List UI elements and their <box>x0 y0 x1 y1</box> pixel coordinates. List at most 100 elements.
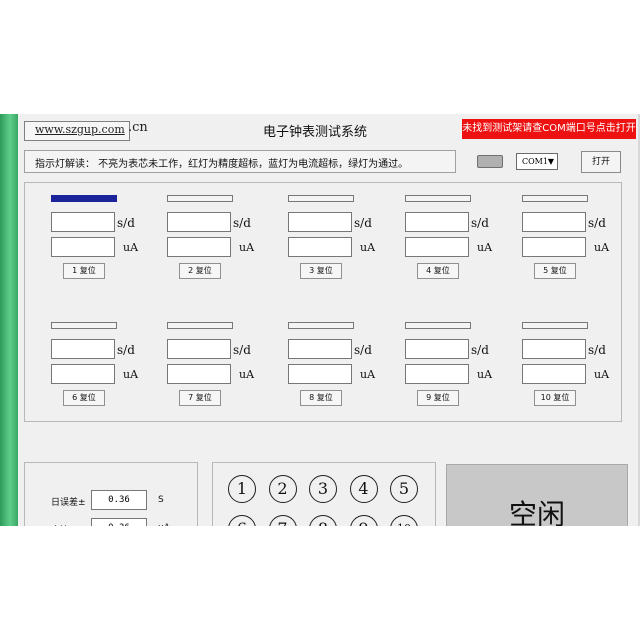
daily-rate-field[interactable] <box>405 212 469 232</box>
test-station-2: s/d uA 2 复位 <box>167 183 287 298</box>
website-link[interactable]: www.szgup.com <box>35 123 125 136</box>
test-station-5: s/d uA 5 复位 <box>522 183 640 298</box>
indicator-legend-box: 指示灯解读： 不亮为表芯未工作，红灯为精度超标，蓝灯为电流超标，绿灯为通过。 <box>24 150 456 173</box>
reset-button[interactable]: 8 复位 <box>300 390 342 406</box>
number-button-9[interactable]: 9 <box>349 515 378 526</box>
test-station-10: s/d uA 10 复位 <box>522 310 640 425</box>
daily-rate-field[interactable] <box>51 212 115 232</box>
number-button-2[interactable]: 2 <box>268 475 297 503</box>
reset-button[interactable]: 1 复位 <box>63 263 105 279</box>
reset-button[interactable]: 5 复位 <box>534 263 576 279</box>
open-port-button[interactable]: 打开 <box>581 151 621 173</box>
app-window: www.szgup.com .cn 电子钟表测试系统 未找到测试架请查COM端口… <box>0 114 640 526</box>
daily-error-label: 日误差± <box>51 498 86 508</box>
current-field[interactable] <box>522 237 586 257</box>
number-button-3[interactable]: 3 <box>309 475 337 503</box>
status-lamp <box>288 195 354 202</box>
left-accent-bar <box>0 114 18 526</box>
current-unit-label: uA <box>360 368 376 381</box>
daily-rate-field[interactable] <box>167 212 231 232</box>
current-unit-label: uA <box>594 241 610 254</box>
website-logo-box[interactable]: www.szgup.com <box>24 121 130 141</box>
state-display: 空闲 <box>446 464 628 526</box>
daily-error-input[interactable]: 0.36 <box>91 490 147 510</box>
current-field[interactable] <box>167 364 231 384</box>
test-station-7: s/d uA 7 复位 <box>167 310 287 425</box>
test-station-4: s/d uA 4 复位 <box>405 183 525 298</box>
daily-error-unit: S <box>158 495 164 505</box>
reset-button[interactable]: 4 复位 <box>417 263 459 279</box>
status-lamp <box>288 322 354 329</box>
rate-unit-label: s/d <box>471 216 489 230</box>
com-port-value: COM1 <box>522 157 548 166</box>
number-button-1[interactable]: 1 <box>228 475 256 503</box>
rate-unit-label: s/d <box>354 343 372 357</box>
rate-unit-label: s/d <box>233 216 251 230</box>
current-unit-label: uA <box>123 241 139 254</box>
test-station-panel: s/d uA 1 复位 s/d uA 2 复位 s/d uA 3 复位 s/d uA 4 复位 s/d u… <box>24 182 622 422</box>
rate-unit-label: s/d <box>588 216 606 230</box>
current-unit-label: uA <box>360 241 376 254</box>
status-lamp <box>522 322 588 329</box>
status-lamp <box>405 195 471 202</box>
rate-unit-label: s/d <box>233 343 251 357</box>
website-link-suffix: .cn <box>128 120 148 135</box>
status-lamp <box>522 195 588 202</box>
number-button-7[interactable]: 7 <box>268 515 297 526</box>
reset-button[interactable]: 7 复位 <box>179 390 221 406</box>
number-button-6[interactable]: 6 <box>228 515 256 526</box>
daily-rate-field[interactable] <box>288 339 352 359</box>
daily-rate-field[interactable] <box>522 212 586 232</box>
test-station-9: s/d uA 9 复位 <box>405 310 525 425</box>
status-lamp <box>405 322 471 329</box>
current-unit-label: uA <box>123 368 139 381</box>
current-unit-label: uA <box>477 368 493 381</box>
test-station-3: s/d uA 3 复位 <box>288 183 408 298</box>
chevron-down-icon: ▼ <box>547 157 554 166</box>
reset-button[interactable]: 3 复位 <box>300 263 342 279</box>
test-station-6: s/d uA 6 复位 <box>51 310 171 425</box>
connection-warning-banner: 未找到测试架请查COM端口号点击打开 <box>462 119 636 139</box>
daily-rate-field[interactable] <box>51 339 115 359</box>
daily-rate-field[interactable] <box>167 339 231 359</box>
daily-rate-field[interactable] <box>405 339 469 359</box>
rate-unit-label: s/d <box>117 343 135 357</box>
current-field[interactable] <box>167 237 231 257</box>
reset-button[interactable]: 2 复位 <box>179 263 221 279</box>
status-lamp <box>51 195 117 202</box>
app-title: 电子钟表测试系统 <box>262 125 367 140</box>
indicator-legend: 指示灯解读： 不亮为表芯未工作，红灯为精度超标，蓝灯为电流超标，绿灯为通过。 <box>35 159 409 170</box>
number-button-8[interactable]: 8 <box>309 515 337 526</box>
current-unit-label: uA <box>477 241 493 254</box>
current-unit-label: uA <box>239 241 255 254</box>
rate-unit-label: s/d <box>471 343 489 357</box>
reset-button[interactable]: 9 复位 <box>417 390 459 406</box>
reset-button[interactable]: 10 复位 <box>534 390 576 406</box>
current-field[interactable] <box>51 364 115 384</box>
connection-status-led <box>477 155 503 168</box>
current-field[interactable] <box>51 237 115 257</box>
current-unit-label: uA <box>594 368 610 381</box>
current-field[interactable] <box>405 237 469 257</box>
number-button-5[interactable]: 5 <box>390 475 418 503</box>
number-button-4[interactable]: 4 <box>349 475 378 503</box>
reset-button[interactable]: 6 复位 <box>63 390 105 406</box>
current-unit-label: uA <box>239 368 255 381</box>
test-station-1: s/d uA 1 复位 <box>51 183 171 298</box>
number-button-10[interactable]: 10 <box>390 515 418 526</box>
status-lamp <box>51 322 117 329</box>
current-limit-input[interactable]: 0.36 <box>91 518 147 526</box>
state-text: 空闲 <box>508 498 565 526</box>
current-field[interactable] <box>288 237 352 257</box>
current-field[interactable] <box>405 364 469 384</box>
current-limit-unit: uA <box>158 523 170 526</box>
number-button-panel: 12345 6 7 8 9 10 <box>212 462 436 526</box>
rate-unit-label: s/d <box>117 216 135 230</box>
daily-rate-field[interactable] <box>288 212 352 232</box>
current-field[interactable] <box>288 364 352 384</box>
current-field[interactable] <box>522 364 586 384</box>
com-port-select[interactable]: COM1 ▼ <box>516 153 558 170</box>
current-limit-label: 电流 <box>51 523 69 526</box>
parameter-panel: 日误差± 0.36 S 电流 0.36 uA <box>24 462 198 526</box>
daily-rate-field[interactable] <box>522 339 586 359</box>
